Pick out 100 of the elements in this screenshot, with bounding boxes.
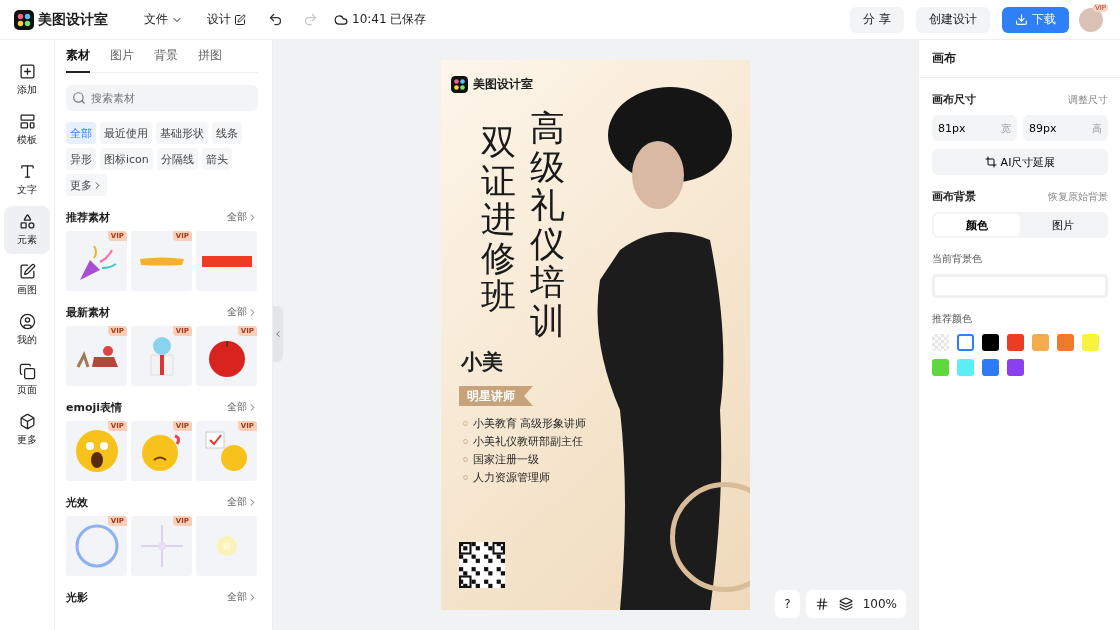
see-all-link[interactable]: 全部 xyxy=(227,305,258,319)
menu-button[interactable]: 文件 xyxy=(138,7,189,32)
panel-tab[interactable]: 素材 xyxy=(66,40,90,73)
save-status: 10:41 已保存 xyxy=(352,11,427,28)
see-all-link[interactable]: 全部 xyxy=(227,210,258,224)
sidebar-item[interactable]: 文字 xyxy=(4,156,50,204)
sidebar-item[interactable]: 添加 xyxy=(4,56,50,104)
menu-button[interactable]: 设计 xyxy=(201,7,252,32)
section-title: emoji表情 xyxy=(66,399,123,415)
color-swatch[interactable] xyxy=(957,359,974,376)
filter-chip[interactable]: 最近使用 xyxy=(100,122,152,144)
layers-icon xyxy=(838,597,853,611)
filter-chip[interactable]: 线条 xyxy=(212,122,242,144)
redo-icon xyxy=(303,12,318,27)
reset-background-link[interactable]: 恢复原始背景 xyxy=(1048,189,1108,204)
chevron-left-icon xyxy=(273,329,283,339)
diamond-icon xyxy=(463,457,468,462)
bar-drawing xyxy=(201,255,252,267)
ai-resize-button[interactable]: AI尺寸延展 xyxy=(932,149,1108,175)
text-icon xyxy=(18,163,36,180)
add-icon xyxy=(18,63,36,80)
field-label: 当前背景色 xyxy=(932,252,983,266)
download-icon xyxy=(1014,13,1028,26)
template-icon xyxy=(18,113,36,130)
segment-tab[interactable]: 颜色 xyxy=(934,214,1020,236)
bullet-text: 人力资源管理师 xyxy=(473,470,550,485)
poster-brand: 美图设计室 xyxy=(473,76,533,93)
qr-code-drawing xyxy=(459,542,505,588)
section-title: 光影 xyxy=(66,589,88,605)
shapes-icon xyxy=(18,213,36,230)
section-title: 最新素材 xyxy=(66,304,110,320)
pages-icon xyxy=(18,363,36,380)
cloud-icon xyxy=(334,12,348,27)
filter-chip[interactable]: 分隔线 xyxy=(156,148,198,170)
filter-chip[interactable]: 图标icon xyxy=(100,148,153,170)
diamond-icon xyxy=(463,421,468,426)
diamond-icon xyxy=(463,439,468,444)
collapse-panel-button[interactable] xyxy=(273,306,283,362)
search-field[interactable]: 搜索素材 xyxy=(66,85,258,111)
grid-icon xyxy=(814,597,829,611)
transparent-swatch[interactable] xyxy=(932,334,949,351)
section-title: 光效 xyxy=(66,494,88,510)
user-icon xyxy=(18,313,36,330)
section-label: 画布尺寸 xyxy=(932,92,976,107)
color-swatch[interactable] xyxy=(1032,334,1049,351)
color-swatch[interactable] xyxy=(982,359,999,376)
unit-label: 高 xyxy=(1092,122,1102,136)
color-swatch[interactable] xyxy=(982,334,999,351)
color-swatch[interactable] xyxy=(1007,334,1024,351)
toolbar-button[interactable]: 分 享 xyxy=(850,6,904,33)
filter-chip[interactable]: 箭头 xyxy=(201,148,232,170)
panel-tab[interactable]: 图片 xyxy=(110,40,134,73)
download-button[interactable]: 下载 xyxy=(1001,6,1069,33)
color-swatch[interactable] xyxy=(1007,359,1024,376)
sidebar-item[interactable]: 画图 xyxy=(4,256,50,304)
bullet-text: 小美教育 高级形象讲师 xyxy=(473,416,587,431)
crop-icon xyxy=(984,156,997,168)
logo-icon xyxy=(451,76,468,93)
speaker-name: 小美 xyxy=(461,349,503,376)
section-title: 推荐素材 xyxy=(66,209,110,225)
color-swatch[interactable] xyxy=(1057,334,1074,351)
undo-icon xyxy=(268,12,283,27)
bullet-text: 国家注册一级 xyxy=(473,452,539,467)
segment-tab[interactable]: 图片 xyxy=(1020,214,1106,236)
section-label: 画布背景 xyxy=(932,189,976,204)
color-swatch[interactable] xyxy=(1082,334,1099,351)
search-icon xyxy=(72,91,86,105)
field-label: 推荐颜色 xyxy=(932,312,973,326)
toolbar-button[interactable]: 创建设计 xyxy=(915,6,990,33)
panel-tab[interactable]: 背景 xyxy=(154,40,178,73)
panel-tab[interactable]: 拼图 xyxy=(198,40,222,73)
diamond-icon xyxy=(463,475,468,480)
asset-tile[interactable] xyxy=(196,231,257,291)
color-swatch[interactable] xyxy=(932,359,949,376)
edit-icon xyxy=(234,13,246,26)
sidebar-item[interactable]: 我的 xyxy=(4,306,50,354)
sidebar-item[interactable]: 模板 xyxy=(4,106,50,154)
sidebar-item[interactable]: 更多 xyxy=(4,406,50,454)
panel-title: 画布 xyxy=(919,40,1120,78)
unit-label: 宽 xyxy=(1001,122,1011,136)
bullet-text: 小美礼仪教研部副主任 xyxy=(473,434,583,449)
brush-stroke-drawing xyxy=(138,256,185,266)
pen-square-icon xyxy=(18,263,36,280)
see-all-link[interactable]: 全部 xyxy=(227,400,258,414)
resize-link[interactable]: 调整尺寸 xyxy=(1068,92,1108,107)
filter-chip[interactable]: 基础形状 xyxy=(156,122,208,144)
title-ribbon: 明星讲师 xyxy=(459,386,533,406)
color-swatch[interactable] xyxy=(957,334,974,351)
cube-icon xyxy=(18,413,36,430)
see-all-link[interactable]: 全部 xyxy=(227,495,258,509)
see-all-link[interactable]: 全部 xyxy=(227,590,258,604)
sidebar-item[interactable]: 元素 xyxy=(4,206,50,254)
filter-chip[interactable]: 异形 xyxy=(66,148,96,170)
app-name: 美图设计室 xyxy=(38,10,108,29)
vertical-title: 双证进修班 xyxy=(481,123,516,318)
sidebar-item[interactable]: 页面 xyxy=(4,356,50,404)
logo-icon xyxy=(14,9,34,30)
asset-tile[interactable] xyxy=(196,516,257,576)
more-chip[interactable]: 更多 xyxy=(66,174,107,196)
vertical-title: 高级礼仪培训 xyxy=(530,109,565,340)
